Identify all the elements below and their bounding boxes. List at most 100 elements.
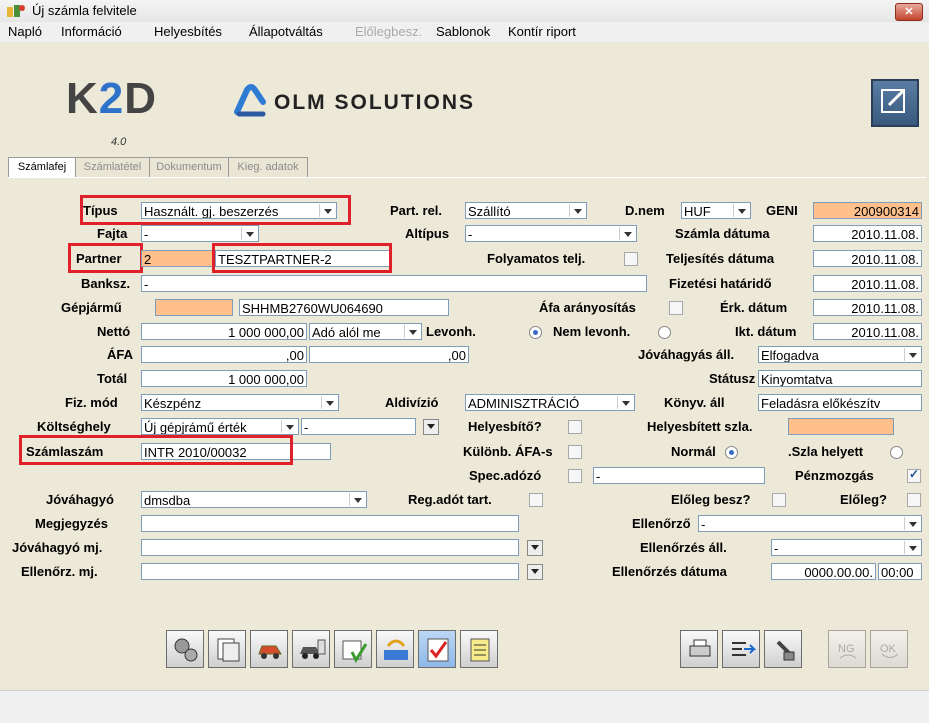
ado-select[interactable]: Adó alól me <box>309 323 422 340</box>
report-icon[interactable] <box>460 630 498 668</box>
spec-checkbox[interactable] <box>568 469 582 483</box>
helyesbito-label: Helyesbítő? <box>468 419 542 434</box>
tab-kieg-adatok[interactable]: Kieg. adatok <box>228 157 308 178</box>
jov-mj-field[interactable] <box>141 539 519 556</box>
konyv-field[interactable]: Feladásra előkészítv <box>758 394 922 411</box>
menu-informacio[interactable]: Információ <box>61 24 122 39</box>
helyesbito-checkbox[interactable] <box>568 420 582 434</box>
menu-naplo[interactable]: Napló <box>8 24 42 39</box>
menu-elolegbesz[interactable]: Előlegbesz. <box>355 24 422 39</box>
k2d-logo: K2D <box>66 74 158 123</box>
bottom-toolbar: NG OK <box>8 630 926 680</box>
menu-helyesbites[interactable]: Helyesbítés <box>154 24 222 39</box>
partrel-select[interactable]: Szállító <box>465 202 587 219</box>
altipus-select[interactable]: - <box>465 225 637 242</box>
banksz-field[interactable]: - <box>141 275 647 292</box>
ell-time-field[interactable]: 00:00 <box>878 563 922 580</box>
normal-radio[interactable] <box>725 446 738 459</box>
afa-field-2[interactable]: ,00 <box>309 346 469 363</box>
regado-checkbox[interactable] <box>529 493 543 507</box>
cancel-face-icon[interactable]: NG <box>828 630 866 668</box>
ell-datum-field[interactable]: 0000.00.00. <box>771 563 876 580</box>
koltseg-lookup-button[interactable] <box>423 419 439 435</box>
banksz-label: Banksz. <box>81 276 131 291</box>
tab-dokumentum[interactable]: Dokumentum <box>149 157 229 178</box>
aldivizio-label: Aldivízió <box>385 395 439 410</box>
megjegyzes-label: Megjegyzés <box>35 516 108 531</box>
penz-checkbox[interactable] <box>907 467 921 483</box>
fizetesi-field[interactable]: 2010.11.08. <box>813 275 922 292</box>
ell-mj-expand-button[interactable] <box>527 564 543 580</box>
highlight-frame <box>212 243 392 273</box>
eloleg-checkbox[interactable] <box>907 493 921 507</box>
stamp-icon[interactable] <box>764 630 802 668</box>
menu-allapotvaltas[interactable]: Állapotváltás <box>249 24 323 39</box>
koltseg-label: Költséghely <box>37 419 111 434</box>
ok-face-icon[interactable]: OK <box>870 630 908 668</box>
jov-mj-label: Jóváhagyó mj. <box>12 540 103 555</box>
geni-field[interactable]: 200900314 <box>813 202 922 219</box>
gears-icon[interactable] <box>166 630 204 668</box>
export-icon[interactable] <box>722 630 760 668</box>
tab-szamlafej[interactable]: Számlafej <box>8 157 76 179</box>
car-list-icon[interactable] <box>292 630 330 668</box>
menu-sablonok[interactable]: Sablonok <box>436 24 490 39</box>
documents-icon[interactable] <box>208 630 246 668</box>
kulonb-checkbox[interactable] <box>568 445 582 459</box>
helyesbitett-label: Helyesbített szla. <box>647 419 753 434</box>
helyesbitett-field[interactable] <box>788 418 894 435</box>
levonh-radio[interactable] <box>658 326 671 339</box>
regado-label: Reg.adót tart. <box>408 492 492 507</box>
eloleg-label: Előleg? <box>840 492 887 507</box>
highlight-frame <box>80 195 351 225</box>
erk-field[interactable]: 2010.11.08. <box>813 299 922 316</box>
eloleg-besz-checkbox[interactable] <box>772 493 786 507</box>
penz-label: Pénzmozgás <box>795 468 874 483</box>
checklist-icon[interactable] <box>418 630 456 668</box>
total-field[interactable]: 1 000 000,00 <box>141 370 307 387</box>
ikt-field[interactable]: 2010.11.08. <box>813 323 922 340</box>
statusz-field[interactable]: Kinyomtatva <box>758 370 922 387</box>
gepjarmu-field[interactable]: SHHMB2760WU064690 <box>239 299 449 316</box>
ell-all-select[interactable]: - <box>771 539 922 556</box>
ellenorzo-label: Ellenőrző <box>632 516 691 531</box>
jovahagyas-all-select[interactable]: Elfogadva <box>758 346 922 363</box>
ell-mj-field[interactable] <box>141 563 519 580</box>
menu-kontir-riport[interactable]: Kontír riport <box>508 24 576 39</box>
spec-field[interactable]: - <box>593 467 765 484</box>
geni-label: GENI <box>766 203 798 218</box>
afa-arany-checkbox[interactable] <box>669 301 683 315</box>
ellenorzo-select[interactable]: - <box>698 515 922 532</box>
jovahagyo-label: Jóváhagyó <box>46 492 114 507</box>
nem-levonh-radio[interactable] <box>529 326 542 339</box>
dnem-select[interactable]: HUF <box>681 202 751 219</box>
car-icon[interactable] <box>250 630 288 668</box>
k2d-version: 4.0 <box>111 136 127 148</box>
szla-helyett-radio[interactable] <box>890 446 903 459</box>
close-button[interactable]: ✕ <box>895 3 923 21</box>
partner-code-field[interactable]: 2 <box>141 250 213 267</box>
fajta-select[interactable]: - <box>141 225 259 242</box>
afa-field[interactable]: ,00 <box>141 346 307 363</box>
afa-arany-label: Áfa arányosítás <box>539 300 636 315</box>
gepjarmu-code-field[interactable] <box>155 299 233 316</box>
altipus-label: Altípus <box>405 226 450 241</box>
teljesites-field[interactable]: 2010.11.08. <box>813 250 922 267</box>
sync-icon[interactable] <box>376 630 414 668</box>
tab-szamlatetel[interactable]: Számlatétel <box>75 157 150 178</box>
fizmod-select[interactable]: Készpénz <box>141 394 339 411</box>
netto-field[interactable]: 1 000 000,00 <box>141 323 307 340</box>
koltseg-select[interactable]: Új gépjrámű érték <box>141 418 299 435</box>
tax-icon[interactable] <box>334 630 372 668</box>
total-label: Totál <box>97 371 128 386</box>
megjegyzes-field[interactable] <box>141 515 519 532</box>
aldivizio-select[interactable]: ADMINISZTRÁCIÓ <box>465 394 635 411</box>
printer-icon[interactable] <box>680 630 718 668</box>
ell-datum-label: Ellenőrzés dátuma <box>612 564 727 579</box>
koltseg-field-2[interactable]: - <box>301 418 416 435</box>
szamla-datuma-field[interactable]: 2010.11.08. <box>813 225 922 242</box>
jovahagyo-select[interactable]: dmsdba <box>141 491 367 508</box>
edit-icon[interactable] <box>871 79 919 127</box>
folyamatos-checkbox[interactable] <box>624 252 638 266</box>
jov-mj-expand-button[interactable] <box>527 540 543 556</box>
